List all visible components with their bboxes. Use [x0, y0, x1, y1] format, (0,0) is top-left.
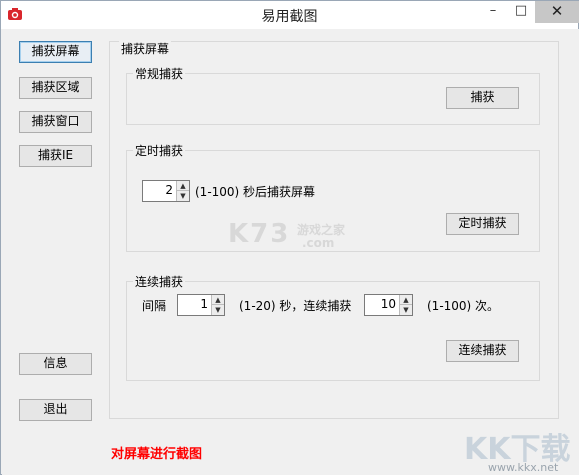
- capture-window-button[interactable]: 捕获窗口: [19, 111, 92, 133]
- timed-capture-button[interactable]: 定时捕获: [446, 213, 519, 235]
- interval-range-text: (1-20) 秒，连续捕获: [239, 299, 352, 313]
- maximize-button[interactable]: □: [507, 1, 535, 23]
- spin-down-icon[interactable]: ▼: [212, 305, 224, 315]
- delay-seconds-spinner[interactable]: 2 ▲ ▼: [142, 180, 190, 202]
- k73-watermark-com: .com: [302, 236, 335, 250]
- spin-up-icon[interactable]: ▲: [400, 295, 412, 305]
- count-spinner[interactable]: 10 ▲ ▼: [364, 294, 413, 316]
- delay-seconds-value: 2: [165, 183, 173, 197]
- spinner-arrows[interactable]: ▲ ▼: [399, 295, 412, 315]
- info-button[interactable]: 信息: [19, 353, 92, 375]
- status-text: 对屏幕进行截图: [111, 447, 203, 462]
- capture-screen-button[interactable]: 捕获屏幕: [19, 41, 92, 63]
- spin-up-icon[interactable]: ▲: [177, 181, 189, 191]
- spinner-arrows[interactable]: ▲ ▼: [176, 181, 189, 201]
- normal-capture-title: 常规捕获: [133, 65, 186, 82]
- count-value: 10: [380, 297, 396, 311]
- interval-spinner[interactable]: 1 ▲ ▼: [177, 294, 225, 316]
- title-bar: 易用截图 – □ ✕: [1, 1, 579, 29]
- capture-region-button[interactable]: 捕获区域: [19, 77, 92, 99]
- capture-button[interactable]: 捕获: [446, 87, 519, 109]
- app-window: 易用截图 – □ ✕ 捕获屏幕 捕获区域 捕获窗口 捕获IE 信息 退出 捕获屏…: [0, 0, 579, 475]
- minimize-button[interactable]: –: [479, 1, 507, 23]
- count-range-text: (1-100) 次。: [427, 299, 500, 313]
- continuous-capture-button[interactable]: 连续捕获: [446, 340, 519, 362]
- panel-title: 捕获屏幕: [119, 40, 172, 57]
- spinner-arrows[interactable]: ▲ ▼: [211, 295, 224, 315]
- kk-watermark-url: www.kkx.net: [488, 461, 559, 474]
- client-area: 捕获屏幕 捕获区域 捕获窗口 捕获IE 信息 退出 捕获屏幕 常规捕获 捕获 定…: [2, 29, 579, 475]
- spin-down-icon[interactable]: ▼: [177, 191, 189, 201]
- delay-range-text: (1-100) 秒后捕获屏幕: [195, 185, 316, 199]
- k73-watermark: K73: [228, 219, 291, 249]
- interval-label: 间隔: [142, 299, 167, 313]
- capture-ie-button[interactable]: 捕获IE: [19, 145, 92, 167]
- spin-up-icon[interactable]: ▲: [212, 295, 224, 305]
- timed-capture-title: 定时捕获: [133, 142, 186, 159]
- spin-down-icon[interactable]: ▼: [400, 305, 412, 315]
- interval-value: 1: [200, 297, 208, 311]
- close-button[interactable]: ✕: [535, 1, 579, 23]
- exit-button[interactable]: 退出: [19, 399, 92, 421]
- continuous-capture-title: 连续捕获: [133, 273, 186, 290]
